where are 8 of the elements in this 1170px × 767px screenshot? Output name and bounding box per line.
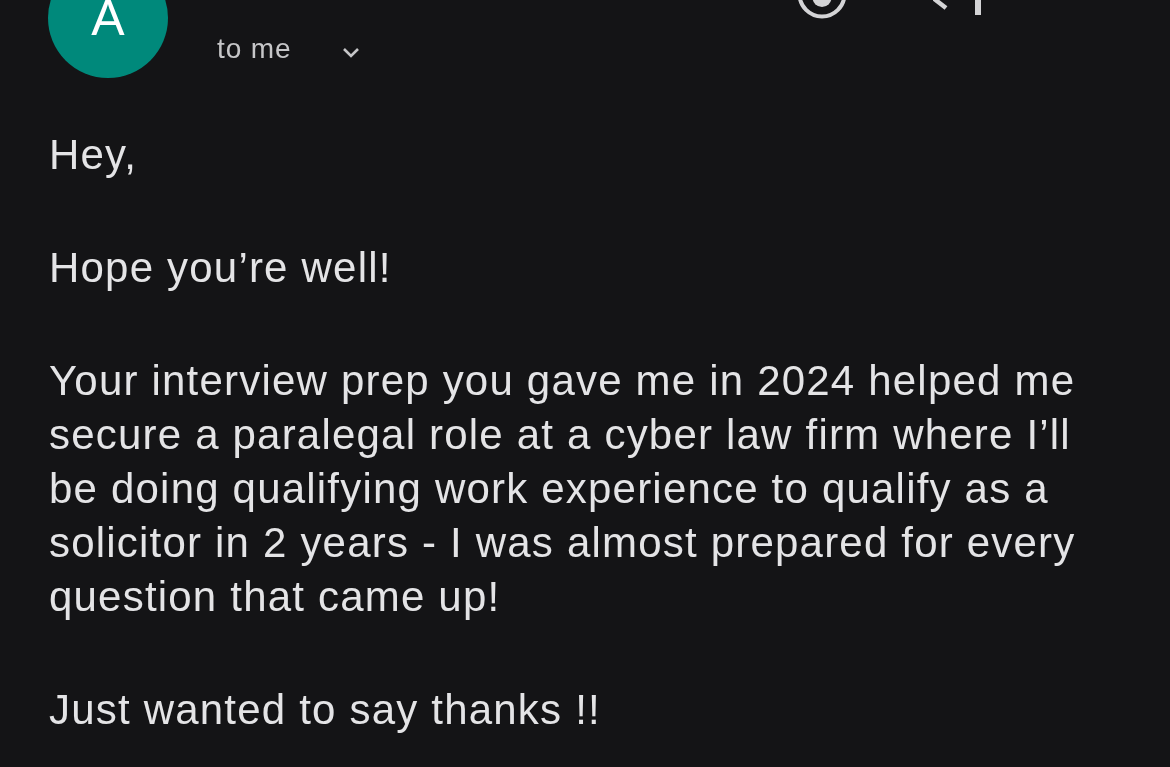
arrow-icon[interactable] [933, 0, 981, 15]
message-paragraph: Your interview prep you gave me in 2024 helped me secure a paralegal role at a cyber law firm where I’ll be doing qualifying work experience to qualify as a solicitor in 2 years - I was almost prepared for every question that came up! [49, 356, 1077, 622]
chevron-icon[interactable] [341, 47, 360, 59]
message-paragraph: Hope you’re well! [49, 243, 393, 293]
recipient-label: to me [217, 33, 292, 65]
message-paragraph: Just wanted to say thanks !! [49, 685, 602, 735]
avatar: A [48, 0, 168, 78]
message-paragraph: Hey, [49, 130, 139, 180]
